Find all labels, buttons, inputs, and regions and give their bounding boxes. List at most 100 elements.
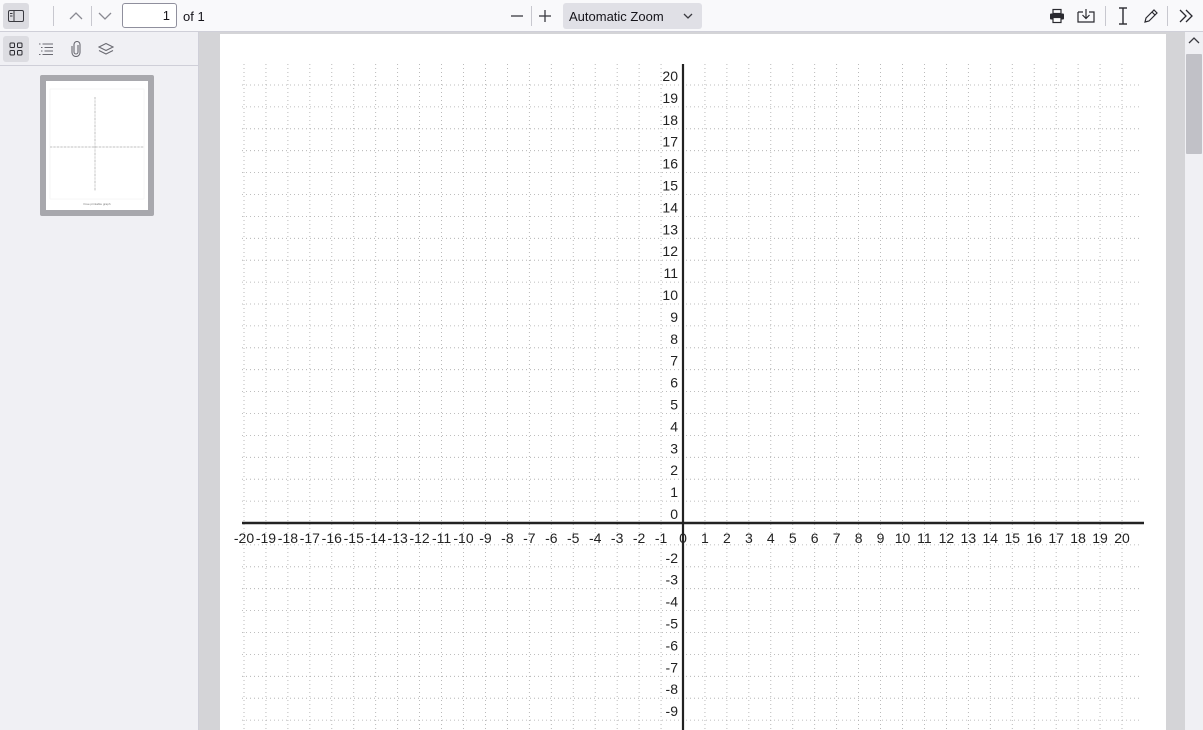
chevron-down-icon	[98, 12, 112, 20]
x-tick-label: -1	[655, 530, 668, 546]
x-tick-label: -10	[453, 530, 473, 546]
next-page-button[interactable]	[92, 3, 118, 29]
y-tick-label: 8	[670, 331, 678, 347]
toolbar-separator	[1105, 6, 1106, 26]
y-tick-label: 11	[663, 265, 678, 281]
x-tick-label: -11	[432, 530, 451, 546]
outline-view-button[interactable]	[33, 36, 59, 62]
x-tick-label: -13	[388, 530, 408, 546]
page-thumbnail[interactable]: Free printable graph	[40, 75, 154, 216]
y-tick-label: -3	[666, 572, 679, 588]
document-viewer[interactable]: -20 -19 -18 -17 -16 -15 -14 -13 -12 -11 -10 -9 -8 -7-…	[200, 32, 1185, 730]
x-tick-label: -18	[278, 530, 298, 546]
x-tick-label: -12	[409, 530, 429, 546]
sidebar-toolbar	[0, 32, 198, 66]
y-tick-label: -2	[666, 550, 679, 566]
x-tick-label: 16	[1026, 530, 1042, 546]
x-tick-label: 15	[1004, 530, 1020, 546]
layers-icon	[98, 42, 114, 55]
thumbnail-caption: Free printable graph	[83, 202, 111, 206]
zoom-select-value: Automatic Zoom	[569, 9, 664, 24]
printer-icon	[1050, 8, 1064, 24]
y-tick-label: 2	[670, 462, 678, 478]
y-tick-label: 10	[662, 287, 678, 303]
x-tick-label: 4	[767, 530, 775, 546]
x-tick-label: 9	[877, 530, 885, 546]
print-button[interactable]	[1044, 3, 1070, 29]
y-tick-label: 3	[670, 440, 678, 456]
x-tick-label: 14	[983, 530, 999, 546]
coordinate-grid: -20 -19 -18 -17 -16 -15 -14 -13 -12 -11 -10 -9 -8 -7-…	[234, 64, 1144, 730]
x-tick-label: 12	[939, 530, 955, 546]
x-tick-label: 6	[811, 530, 819, 546]
page-number-input[interactable]: 1	[122, 3, 177, 28]
x-tick-label: -7	[523, 530, 536, 546]
zoom-in-button[interactable]	[532, 3, 558, 29]
y-tick-label: 20	[662, 68, 678, 84]
y-tick-label: 18	[662, 112, 678, 128]
y-tick-label: 16	[662, 156, 678, 172]
x-tick-label: 0	[679, 530, 687, 546]
y-tick-label: -6	[666, 637, 679, 653]
y-tick-label: -4	[666, 594, 679, 610]
page-thumbnail-image: Free printable graph	[46, 81, 148, 210]
x-tick-label: -9	[479, 530, 492, 546]
x-tick-label: -17	[300, 530, 320, 546]
x-tick-label: 2	[723, 530, 731, 546]
x-tick-label: 8	[855, 530, 863, 546]
pdf-page: -20 -19 -18 -17 -16 -15 -14 -13 -12 -11 -10 -9 -8 -7-…	[220, 34, 1166, 730]
x-tick-label: 19	[1092, 530, 1108, 546]
y-tick-label: 0	[670, 506, 678, 522]
previous-page-button[interactable]	[63, 3, 89, 29]
sidebar-icon	[8, 10, 24, 22]
page-count-label: of 1	[183, 9, 205, 24]
text-cursor-icon	[1119, 7, 1127, 25]
x-tick-label: 7	[833, 530, 841, 546]
grid-icon	[9, 42, 23, 56]
save-button[interactable]	[1073, 3, 1099, 29]
plus-icon	[539, 10, 551, 22]
text-tool-button[interactable]	[1110, 3, 1136, 29]
attachments-view-button[interactable]	[63, 36, 89, 62]
x-tick-label: -5	[567, 530, 580, 546]
x-tick-label: -14	[366, 530, 386, 546]
y-tick-label: 9	[670, 309, 678, 325]
y-tick-label: 7	[670, 353, 678, 369]
y-tick-label: 14	[662, 199, 678, 215]
toggle-sidebar-button[interactable]	[3, 3, 29, 29]
scroll-up-icon[interactable]	[1188, 35, 1200, 45]
pencil-icon	[1144, 9, 1158, 23]
scrollbar-thumb[interactable]	[1186, 54, 1202, 154]
x-tick-label: -6	[545, 530, 558, 546]
tools-menu-button[interactable]	[1173, 3, 1199, 29]
x-tick-label: 10	[895, 530, 911, 546]
zoom-out-button[interactable]	[504, 3, 530, 29]
download-icon	[1077, 9, 1095, 23]
y-tick-label: 17	[662, 134, 678, 150]
pdf-toolbar: 1 of 1 Automatic Zoom	[0, 0, 1203, 32]
chevron-up-icon	[69, 12, 83, 20]
layers-view-button[interactable]	[93, 36, 119, 62]
list-icon	[39, 43, 53, 55]
x-tick-label: 3	[745, 530, 753, 546]
double-chevron-right-icon	[1179, 9, 1193, 23]
zoom-select[interactable]: Automatic Zoom	[563, 3, 702, 29]
x-tick-label: -16	[322, 530, 342, 546]
chevron-down-icon	[683, 13, 693, 19]
y-tick-label: 12	[662, 243, 678, 259]
x-tick-label: 11	[917, 530, 932, 546]
y-tick-label: -9	[666, 703, 679, 719]
y-tick-label: -7	[666, 659, 679, 675]
x-tick-label: 1	[701, 530, 709, 546]
x-tick-label: -2	[633, 530, 646, 546]
vertical-scrollbar[interactable]	[1185, 32, 1203, 730]
x-tick-label: -4	[589, 530, 602, 546]
y-tick-label: 1	[670, 484, 678, 500]
draw-tool-button[interactable]	[1138, 3, 1164, 29]
thumbnails-view-button[interactable]	[3, 36, 29, 62]
toolbar-separator	[53, 6, 54, 26]
y-tick-label: -5	[666, 616, 679, 632]
y-tick-label: 19	[662, 90, 678, 106]
x-tick-label: -20	[234, 530, 254, 546]
x-tick-label: -8	[501, 530, 514, 546]
